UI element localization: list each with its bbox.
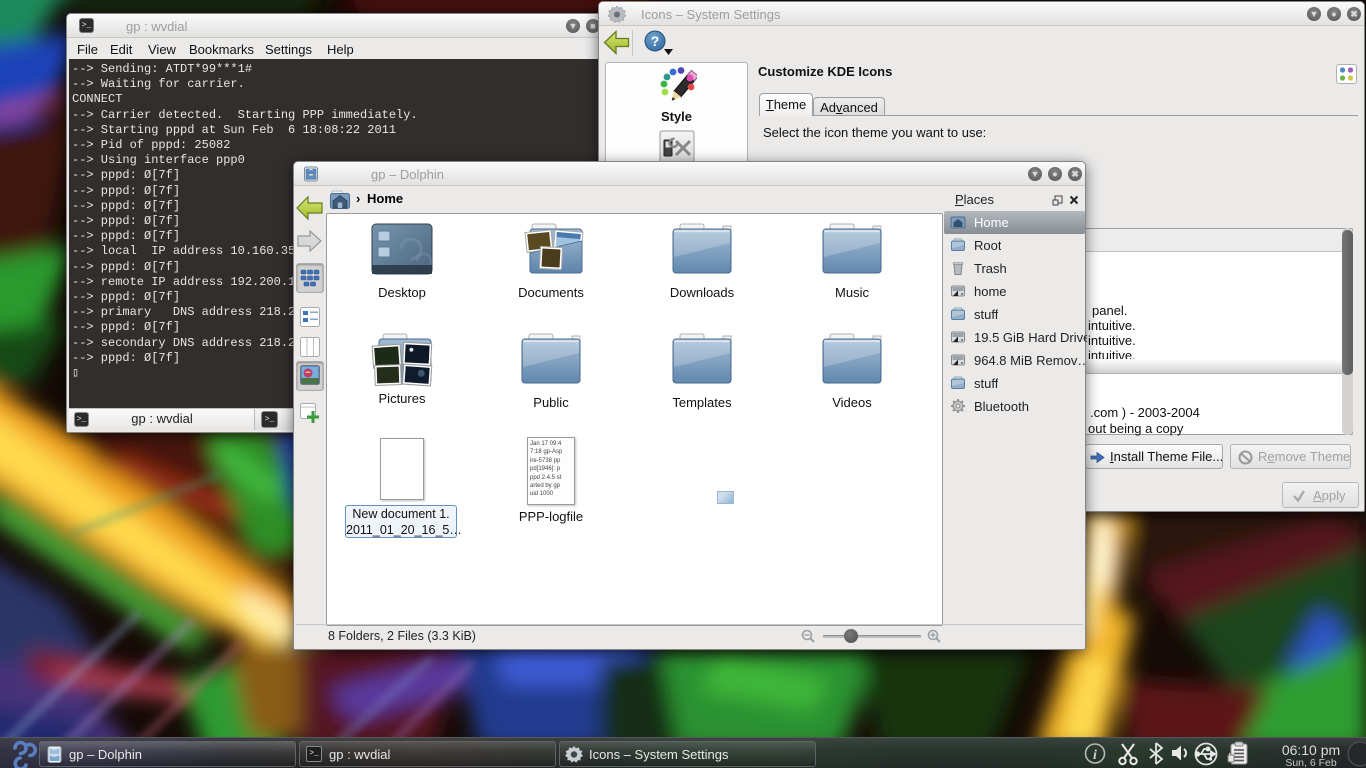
svg-text:?: ?: [651, 33, 660, 49]
svg-text:i: i: [1093, 748, 1097, 763]
